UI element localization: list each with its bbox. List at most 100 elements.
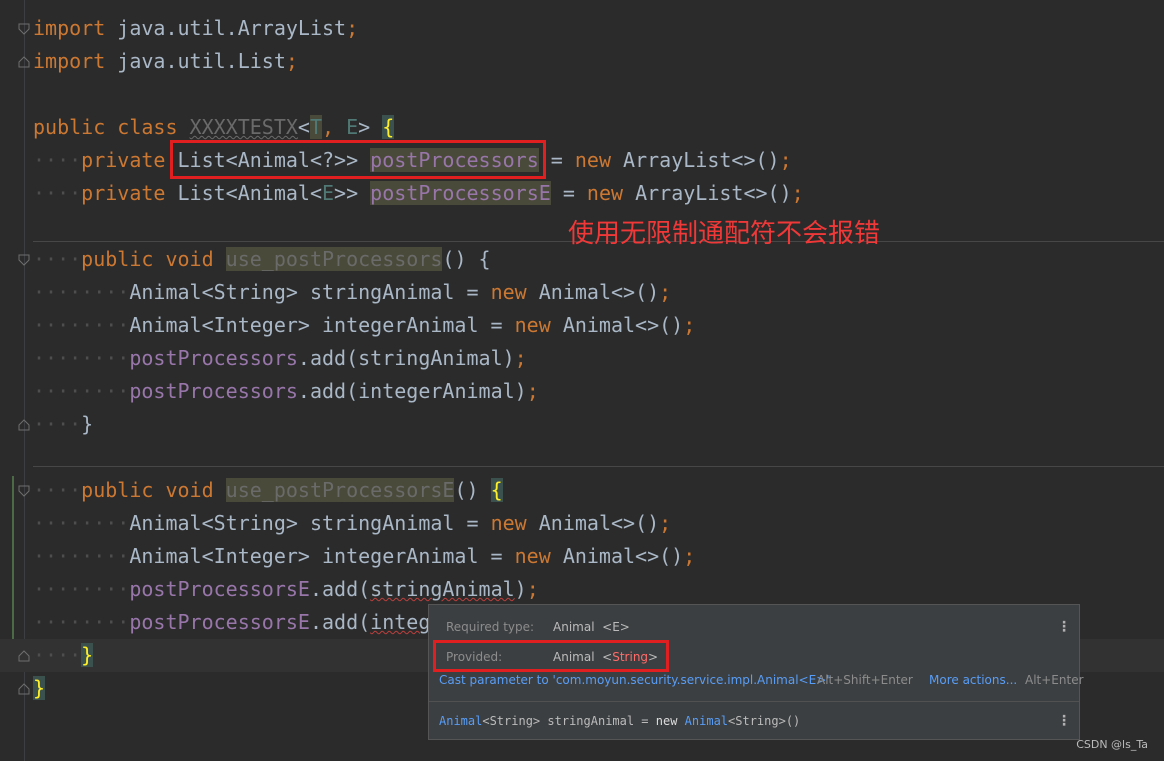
method-name: use_postProcessors bbox=[225, 247, 443, 271]
indent-guide: ········ bbox=[33, 577, 130, 601]
watermark: CSDN @ls_Ta bbox=[1076, 738, 1148, 751]
code-text: () bbox=[454, 478, 491, 502]
semicolon: ; bbox=[683, 544, 696, 568]
semicolon: ; bbox=[526, 577, 539, 601]
code-line-method-use-postProcessors[interactable]: ····public void use_postProcessors() { bbox=[33, 243, 491, 276]
fold-close-icon[interactable] bbox=[18, 56, 30, 68]
indent-guide: ········ bbox=[33, 280, 130, 304]
code-text: = bbox=[550, 181, 587, 205]
brace: } bbox=[81, 643, 94, 667]
error-argument[interactable]: integ bbox=[370, 610, 430, 634]
code-text: .add(stringAnimal) bbox=[297, 346, 515, 370]
code-text: > bbox=[358, 115, 383, 139]
indent-guide: ···· bbox=[33, 643, 82, 667]
indent-guide: ···· bbox=[33, 148, 82, 172]
declaration-snippet: Animal<String> stringAnimal = new Animal… bbox=[439, 714, 801, 728]
code-line-field-postProcessorsE[interactable]: ····private List<Animal<E>> postProcesso… bbox=[33, 177, 804, 210]
type-name: >> bbox=[334, 181, 371, 205]
code-line-18[interactable]: ········postProcessorsE.add(stringAnimal… bbox=[33, 573, 539, 606]
code-text: Animal<>() bbox=[538, 280, 660, 304]
code-text: Animal<Integer> integerAnimal = bbox=[129, 544, 515, 568]
indent-guide: ········ bbox=[33, 313, 130, 337]
indent-guide: ···· bbox=[33, 412, 82, 436]
indent-guide: ········ bbox=[33, 379, 130, 403]
indent-guide: ········ bbox=[33, 544, 130, 568]
keyword: new bbox=[574, 148, 624, 172]
semicolon: ; bbox=[791, 181, 804, 205]
code-line-12[interactable]: ········postProcessors.add(integerAnimal… bbox=[33, 375, 539, 408]
keyword: new bbox=[490, 280, 539, 304]
error-tooltip[interactable]: Required type: Animal <E> ⋮ Provided: An… bbox=[428, 604, 1084, 740]
field-name: postProcessors bbox=[129, 346, 298, 370]
semicolon: ; bbox=[514, 346, 527, 370]
code-line-16[interactable]: ········Animal<String> stringAnimal = ne… bbox=[33, 507, 671, 540]
keyword: new bbox=[586, 181, 636, 205]
keyword: public void bbox=[81, 247, 226, 271]
method-separator bbox=[33, 466, 1164, 467]
keyword: private bbox=[81, 148, 178, 172]
fold-open-icon[interactable] bbox=[18, 485, 30, 497]
code-text: .add(integerAnimal) bbox=[297, 379, 527, 403]
code-text: .add( bbox=[309, 577, 371, 601]
semicolon: ; bbox=[683, 313, 696, 337]
keyword: new bbox=[490, 511, 539, 535]
type-parameter: E bbox=[322, 181, 335, 205]
code-line-17[interactable]: ········Animal<Integer> integerAnimal = … bbox=[33, 540, 695, 573]
field-name: postProcessorsE bbox=[129, 610, 310, 634]
class-name: XXXXTESTX bbox=[189, 115, 298, 139]
code-line-11[interactable]: ········postProcessors.add(stringAnimal)… bbox=[33, 342, 527, 375]
indent-guide: ···· bbox=[33, 478, 82, 502]
field-name: postProcessorsE bbox=[129, 577, 310, 601]
type-name: List<Animal< bbox=[177, 181, 323, 205]
fold-open-icon[interactable] bbox=[18, 23, 30, 35]
code-text: java.util.List bbox=[105, 49, 286, 73]
code-text: () { bbox=[442, 247, 491, 271]
fold-close-icon[interactable] bbox=[18, 419, 30, 431]
fold-close-icon[interactable] bbox=[18, 650, 30, 662]
keyword: import bbox=[33, 16, 106, 40]
cast-parameter-action[interactable]: Cast parameter to 'com.moyun.security.se… bbox=[439, 673, 830, 687]
brace: { bbox=[382, 115, 395, 139]
code-line-13[interactable]: ····} bbox=[33, 408, 93, 441]
code-text: ArrayList<>() bbox=[623, 148, 780, 172]
code-line-21[interactable]: } bbox=[33, 672, 46, 705]
required-type-label: Required type: bbox=[446, 620, 535, 634]
keyword: public class bbox=[33, 115, 190, 139]
required-type-row: Required type: Animal <E> ⋮ bbox=[429, 615, 1079, 639]
code-line-method-use-postProcessorsE[interactable]: ····public void use_postProcessorsE() { bbox=[33, 474, 503, 507]
semicolon: ; bbox=[659, 511, 672, 535]
code-line-20[interactable]: ····} bbox=[33, 639, 94, 672]
semicolon: ; bbox=[526, 379, 539, 403]
semicolon: ; bbox=[659, 280, 672, 304]
indent-guide: ········ bbox=[33, 511, 130, 535]
indent-guide: ···· bbox=[33, 181, 82, 205]
vcs-change-marker bbox=[12, 476, 14, 666]
required-type-value: Animal <E> bbox=[553, 620, 630, 634]
semicolon: ; bbox=[285, 49, 298, 73]
more-options-icon[interactable]: ⋮ bbox=[1057, 709, 1071, 733]
field-name: postProcessorsE bbox=[370, 181, 551, 205]
code-text: ) bbox=[514, 577, 527, 601]
annotation-text: 使用无限制通配符不会报错 bbox=[568, 219, 881, 249]
error-argument[interactable]: stringAnimal bbox=[370, 577, 515, 601]
more-actions-shortcut: Alt+Enter bbox=[1025, 673, 1084, 687]
indent-guide: ········ bbox=[33, 610, 130, 634]
code-line-19[interactable]: ········postProcessorsE.add(integ bbox=[33, 606, 430, 639]
code-line-1[interactable]: import java.util.ArrayList; bbox=[33, 12, 358, 45]
keyword: public void bbox=[81, 478, 226, 502]
brace: } bbox=[81, 412, 94, 436]
code-text: Animal<>() bbox=[538, 511, 660, 535]
more-options-icon[interactable]: ⋮ bbox=[1057, 615, 1071, 639]
more-actions-link[interactable]: More actions... bbox=[929, 673, 1017, 687]
code-line-9[interactable]: ········Animal<String> stringAnimal = ne… bbox=[33, 276, 671, 309]
keyword: new bbox=[514, 544, 563, 568]
code-line-10[interactable]: ········Animal<Integer> integerAnimal = … bbox=[33, 309, 695, 342]
cast-shortcut: Alt+Shift+Enter bbox=[817, 673, 913, 687]
type-parameter: T bbox=[309, 115, 323, 139]
code-text: Animal<String> stringAnimal = bbox=[129, 511, 491, 535]
fold-open-icon[interactable] bbox=[18, 254, 30, 266]
code-line-2[interactable]: import java.util.List; bbox=[33, 45, 298, 78]
indent-guide: ········ bbox=[33, 346, 130, 370]
fold-close-icon[interactable] bbox=[18, 683, 30, 695]
code-text: Animal<Integer> integerAnimal = bbox=[129, 313, 515, 337]
